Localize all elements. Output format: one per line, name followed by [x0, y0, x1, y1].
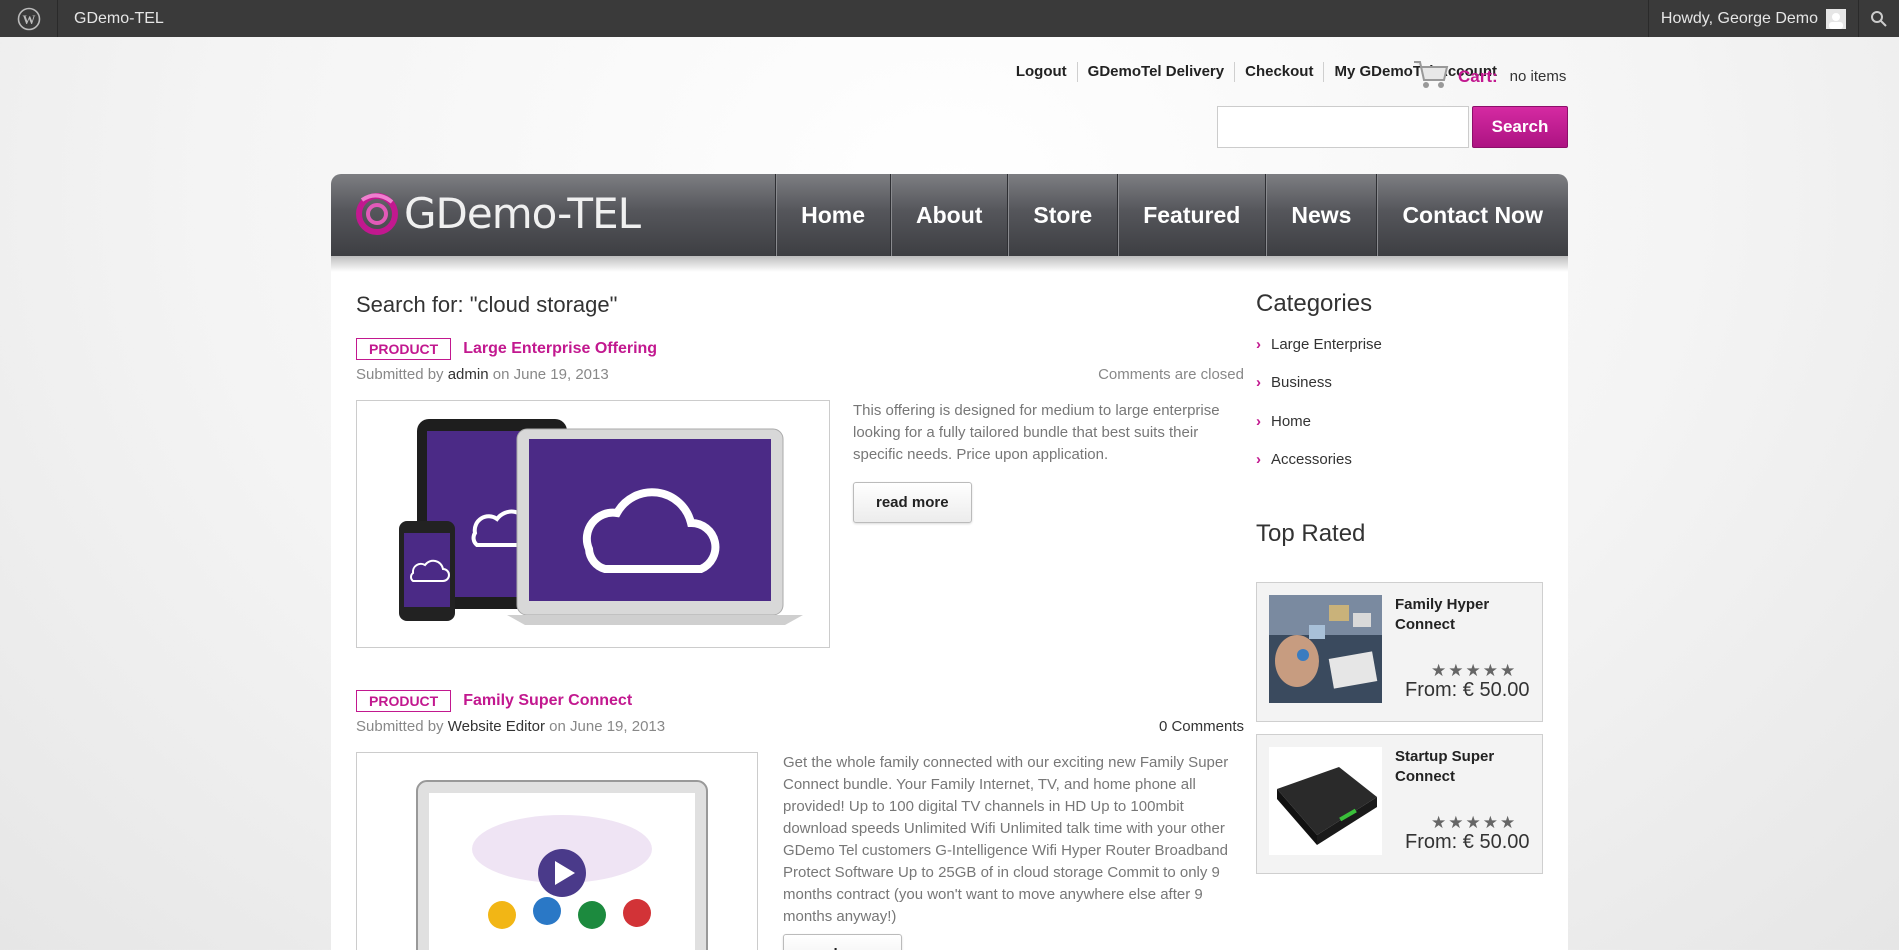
main-content: Search for: "cloud storage" PRODUCT Larg… [331, 272, 1568, 950]
top-rated-price: From: € 50.00 [1405, 831, 1530, 853]
checkout-link[interactable]: Checkout [1235, 62, 1325, 82]
result-excerpt: Get the whole family connected with our … [783, 754, 1229, 925]
result-excerpt: This offering is designed for medium to … [853, 402, 1220, 463]
product-thumbnail[interactable] [356, 400, 830, 648]
rating-stars: ★★★★★ [1431, 661, 1518, 680]
header-shadow [331, 256, 1568, 272]
cart-label: Cart: [1458, 66, 1498, 86]
top-rated-name: Startup Super Connect [1395, 748, 1495, 785]
top-rated-price: From: € 50.00 [1405, 679, 1530, 701]
post-type-badge: PRODUCT [356, 690, 452, 712]
nav-about[interactable]: About [889, 174, 1007, 256]
comments-link[interactable]: 0 Comments [1159, 718, 1244, 735]
top-rated-item[interactable]: Startup Super Connect ★★★★★ From: € 50.0… [1256, 734, 1543, 874]
nav-home[interactable]: Home [775, 174, 890, 256]
sidebar: Categories Large Enterprise Business Hom… [1256, 290, 1546, 930]
post-type-badge: PRODUCT [356, 338, 452, 360]
top-rated-item[interactable]: Family Hyper Connect ★★★★★ From: € 50.00 [1256, 582, 1543, 722]
post-date: on June 19, 2013 [549, 718, 666, 735]
product-thumbnail [1269, 747, 1382, 855]
post-meta: Submitted by admin on June 19, 2013 [356, 366, 609, 383]
category-home[interactable]: Home [1256, 413, 1311, 430]
nav-store[interactable]: Store [1007, 174, 1117, 256]
admin-bar-account[interactable]: Howdy, George Demo [1647, 0, 1859, 37]
admin-bar-site-name[interactable]: GDemo-TEL [74, 10, 164, 28]
category-business[interactable]: Business [1256, 374, 1332, 391]
page-title: Search for: "cloud storage" [356, 292, 618, 317]
logo-swirl-icon [356, 193, 398, 235]
search-result: PRODUCT Large Enterprise Offering Submit… [356, 338, 1244, 648]
logout-link[interactable]: Logout [1006, 62, 1078, 82]
svg-text:W: W [22, 12, 35, 27]
admin-bar-greeting: Howdy, George Demo [1660, 9, 1818, 27]
rating-stars: ★★★★★ [1431, 813, 1518, 832]
avatar [1826, 8, 1846, 29]
wordpress-logo-icon[interactable]: W [0, 0, 58, 37]
cart-widget[interactable]: Cart: no items [1412, 58, 1566, 95]
logo-text: GDemo-TEL [404, 188, 641, 238]
post-author-link[interactable]: Website Editor [448, 718, 545, 735]
admin-search-icon[interactable] [1859, 10, 1899, 28]
site-header: GDemo-TEL Home About Store Featured News… [331, 174, 1568, 256]
site-logo[interactable]: GDemo-TEL [354, 188, 641, 238]
top-rated-name: Family Hyper Connect [1395, 596, 1490, 633]
post-author-link[interactable]: admin [448, 366, 489, 383]
category-large-enterprise[interactable]: Large Enterprise [1256, 336, 1382, 353]
product-thumbnail [1269, 595, 1382, 703]
nav-contact-now[interactable]: Contact Now [1376, 174, 1568, 256]
read-more-button[interactable]: read more [853, 482, 972, 523]
post-date: on June 19, 2013 [492, 366, 609, 383]
comments-status: Comments are closed [1098, 366, 1244, 383]
categories-heading: Categories [1256, 290, 1373, 317]
post-meta: Submitted by Website Editor on June 19, … [356, 718, 665, 735]
result-title-link[interactable]: Large Enterprise Offering [463, 340, 657, 358]
meta-prefix: Submitted by [356, 718, 444, 735]
nav-featured[interactable]: Featured [1117, 174, 1265, 256]
cart-icon [1412, 58, 1450, 95]
admin-bar: W GDemo-TEL Howdy, George Demo [0, 0, 1899, 37]
top-rated-heading: Top Rated [1256, 520, 1366, 547]
nav-news[interactable]: News [1265, 174, 1376, 256]
meta-prefix: Submitted by [356, 366, 444, 383]
search-result: PRODUCT Family Super Connect Submitted b… [356, 690, 1244, 950]
read-more-button[interactable]: read more [783, 934, 902, 950]
delivery-link[interactable]: GDemoTel Delivery [1078, 62, 1236, 82]
search-button[interactable]: Search [1472, 106, 1568, 148]
main-nav: Home About Store Featured News Contact N… [775, 174, 1568, 256]
category-accessories[interactable]: Accessories [1256, 451, 1352, 468]
cart-status: no items [1509, 68, 1567, 85]
product-thumbnail[interactable] [356, 752, 758, 950]
result-title-link[interactable]: Family Super Connect [463, 692, 632, 710]
search-input[interactable] [1217, 106, 1469, 148]
